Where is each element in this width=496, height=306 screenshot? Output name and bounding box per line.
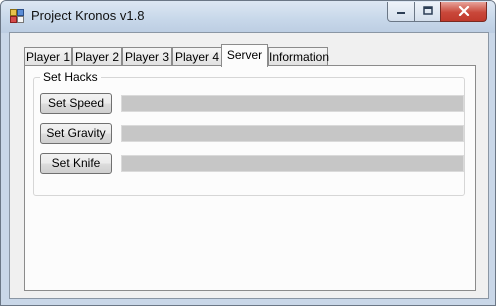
maximize-icon	[422, 5, 433, 19]
app-window: Project Kronos v1.8 Player 1 Player 2 Pl…	[0, 0, 496, 306]
app-icon	[10, 9, 24, 23]
close-button[interactable]	[440, 2, 487, 22]
close-icon	[458, 5, 470, 19]
client-area: Player 1 Player 2 Player 3 Player 4 Serv…	[9, 32, 489, 299]
speed-field[interactable]	[121, 95, 464, 112]
tab-player-2[interactable]: Player 2	[72, 47, 122, 65]
knife-field[interactable]	[121, 155, 464, 172]
title-bar[interactable]: Project Kronos v1.8	[1, 1, 495, 33]
set-speed-button[interactable]: Set Speed	[40, 93, 112, 114]
set-knife-button[interactable]: Set Knife	[40, 153, 112, 174]
server-tab-page: Set Hacks Set Speed Set Gravity Set Knif…	[24, 65, 476, 291]
gravity-field[interactable]	[121, 125, 464, 142]
set-hacks-group: Set Hacks Set Speed Set Gravity Set Knif…	[33, 70, 465, 196]
tab-player-1[interactable]: Player 1	[24, 47, 72, 65]
maximize-button[interactable]	[414, 2, 441, 22]
group-label: Set Hacks	[40, 70, 101, 84]
minimize-button[interactable]	[387, 2, 415, 22]
set-gravity-button[interactable]: Set Gravity	[40, 123, 112, 144]
tab-player-3[interactable]: Player 3	[122, 47, 172, 65]
minimize-icon	[396, 5, 406, 19]
tab-player-4[interactable]: Player 4	[172, 47, 222, 65]
tab-server[interactable]: Server	[221, 44, 268, 67]
window-title: Project Kronos v1.8	[31, 8, 145, 23]
tab-information[interactable]: Information	[268, 47, 329, 65]
